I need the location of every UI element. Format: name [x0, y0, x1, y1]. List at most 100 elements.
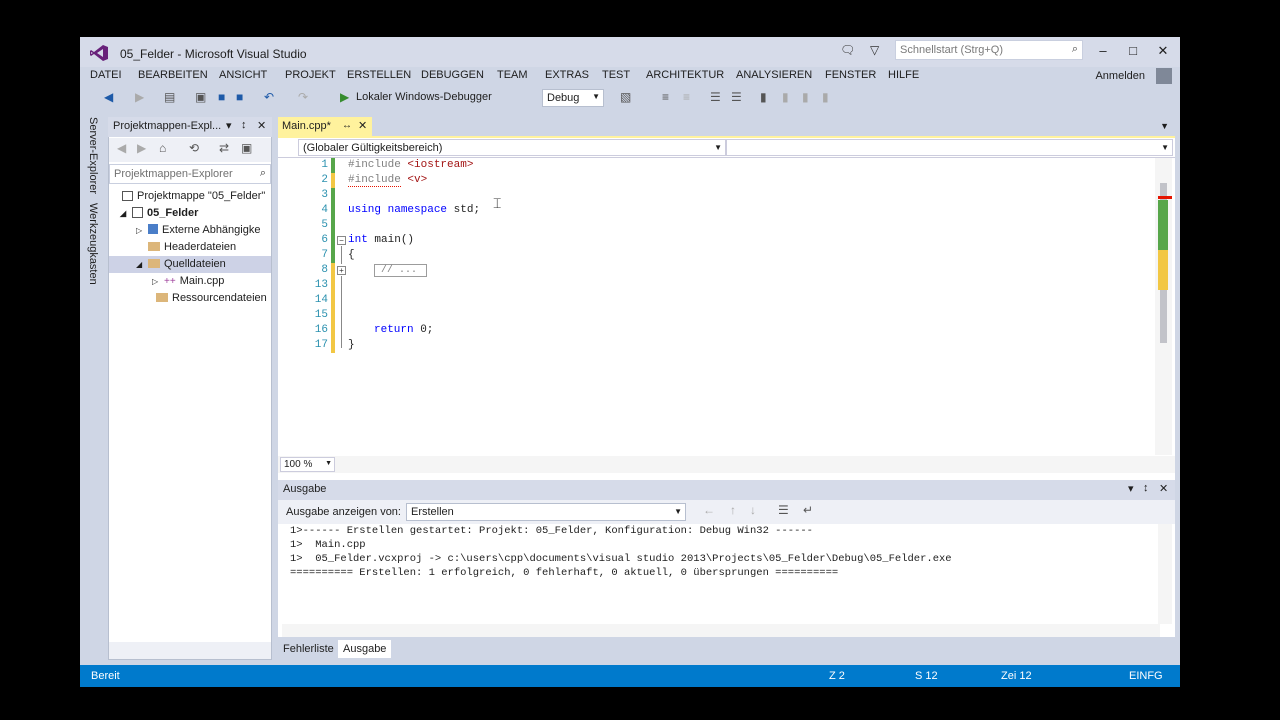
uncomment-icon[interactable]: ≡: [683, 90, 690, 104]
dropdown-icon[interactable]: ▾: [1128, 482, 1134, 495]
pin-icon[interactable]: ↕: [1143, 482, 1149, 494]
back-icon[interactable]: ◀: [117, 141, 126, 155]
keyword-token: using: [348, 204, 382, 216]
outline-expand-icon[interactable]: +: [337, 266, 346, 275]
save-icon[interactable]: ■: [218, 90, 225, 104]
output-vscrollbar[interactable]: [1158, 524, 1172, 624]
output-source-select[interactable]: Erstellen ▼: [406, 503, 686, 521]
tree-item-source-files[interactable]: ◢ Quelldateien: [136, 258, 226, 270]
comment-icon[interactable]: ≡: [662, 90, 669, 104]
prev-message-icon[interactable]: ↑: [730, 503, 736, 517]
solution-explorer-header: Projektmappen-Expl... ▾ ↕ ✕: [108, 117, 272, 137]
menu-projekt[interactable]: PROJEKT: [285, 69, 336, 81]
tree-item-label: Externe Abhängigke: [162, 224, 261, 236]
home-icon[interactable]: ⌂: [159, 141, 166, 155]
open-folder-icon[interactable]: ▣: [195, 90, 206, 104]
undo-icon[interactable]: ↶: [264, 90, 274, 104]
tab-overflow-icon[interactable]: ▼: [1160, 121, 1169, 131]
outline-collapse-icon[interactable]: −: [337, 236, 346, 245]
word-wrap-icon[interactable]: ↵: [803, 503, 813, 517]
menu-datei[interactable]: DATEI: [90, 69, 122, 81]
server-explorer-tab[interactable]: Server-Explorer: [87, 117, 99, 194]
close-button[interactable]: ✕: [1153, 43, 1173, 59]
menu-team[interactable]: TEAM: [497, 69, 528, 81]
menu-bearbeiten[interactable]: BEARBEITEN: [138, 69, 208, 81]
cpp-file-icon: ++: [164, 276, 176, 287]
chevron-down-icon: ▼: [592, 92, 600, 101]
avatar[interactable]: [1156, 68, 1172, 84]
menu-debuggen[interactable]: DEBUGGEN: [421, 69, 484, 81]
tree-item-resource-files[interactable]: Ressourcendateien: [156, 292, 267, 304]
maximize-button[interactable]: □: [1123, 43, 1143, 58]
editor-tabstrip: Main.cpp* ↔ ✕ ▼: [278, 117, 1175, 137]
new-project-icon[interactable]: ▤: [164, 90, 175, 104]
code-editor[interactable]: 1 2 3 4 5 6 7 8 13 14 15 16 17 − + #incl…: [278, 158, 1175, 488]
tree-item-header-files[interactable]: Headerdateien: [148, 241, 236, 253]
menu-test[interactable]: TEST: [602, 69, 630, 81]
expanded-arrow-icon[interactable]: ◢: [120, 209, 132, 218]
menu-analysieren[interactable]: ANALYSIEREN: [736, 69, 812, 81]
minimize-button[interactable]: –: [1093, 43, 1113, 58]
folder-icon: [148, 259, 160, 268]
menu-extras[interactable]: EXTRAS: [545, 69, 589, 81]
indent-icon[interactable]: ☰: [710, 90, 721, 104]
clear-all-icon[interactable]: ☰: [778, 503, 789, 517]
close-icon[interactable]: ✕: [1159, 482, 1168, 495]
next-bookmark-icon[interactable]: ▮: [802, 90, 809, 104]
menu-architektur[interactable]: ARCHITEKTUR: [646, 69, 724, 81]
tab-output[interactable]: Ausgabe: [338, 640, 392, 658]
close-icon[interactable]: ✕: [358, 119, 367, 132]
expanded-arrow-icon[interactable]: ◢: [136, 260, 148, 269]
tree-item-main-cpp[interactable]: ▷ ++ Main.cpp: [152, 275, 224, 287]
menu-hilfe[interactable]: HILFE: [888, 69, 919, 81]
tab-main-cpp[interactable]: Main.cpp* ↔ ✕: [278, 117, 372, 137]
output-text[interactable]: 1>------ Erstellen gestartet: Projekt: 0…: [278, 524, 1175, 637]
bookmark-icon[interactable]: ▮: [760, 90, 767, 104]
tree-item-project[interactable]: ◢ 05_Felder: [120, 207, 198, 219]
menu-erstellen[interactable]: ERSTELLEN: [347, 69, 411, 81]
collapsed-arrow-icon[interactable]: ▷: [136, 226, 148, 235]
scope-dropdown[interactable]: (Globaler Gültigkeitsbereich) ▼: [298, 139, 726, 156]
forward-icon[interactable]: ▶: [137, 141, 146, 155]
pin-icon[interactable]: ↕: [241, 119, 247, 131]
clear-bookmark-icon[interactable]: ▮: [822, 90, 829, 104]
redo-icon[interactable]: ↷: [298, 90, 308, 104]
tree-item-solution[interactable]: Projektmappe "05_Felder": [122, 190, 265, 202]
collapsed-region[interactable]: // ...: [374, 264, 427, 277]
solution-search-input[interactable]: Projektmappen-Explorer ⌕: [109, 164, 271, 184]
history-icon[interactable]: ⟲: [189, 141, 199, 155]
solution-explorer-title: Projektmappen-Expl...: [113, 120, 222, 132]
quick-launch-input[interactable]: Schnellstart (Strg+Q) ⌕: [895, 40, 1083, 60]
menu-fenster[interactable]: FENSTER: [825, 69, 876, 81]
dropdown-icon[interactable]: ▾: [226, 119, 232, 132]
menu-ansicht[interactable]: ANSICHT: [219, 69, 267, 81]
debugger-label[interactable]: Lokaler Windows-Debugger: [356, 91, 492, 103]
configuration-select[interactable]: Debug ▼: [542, 89, 604, 107]
save-all-icon[interactable]: ■: [236, 90, 243, 104]
solution-hscrollbar[interactable]: [109, 642, 271, 659]
pin-icon[interactable]: ↔: [342, 120, 352, 131]
output-hscrollbar[interactable]: [282, 624, 1160, 637]
toolbox-tab[interactable]: Werkzeugkasten: [87, 203, 99, 285]
close-icon[interactable]: ✕: [257, 119, 266, 132]
forward-icon[interactable]: ▶: [135, 90, 144, 104]
back-icon[interactable]: ◀: [104, 90, 113, 104]
tree-item-external-deps[interactable]: ▷ Externe Abhängigke: [136, 224, 260, 236]
sign-in-link[interactable]: Anmelden: [1095, 70, 1145, 82]
sync-icon[interactable]: ⇄: [219, 141, 229, 155]
find-icon[interactable]: ▧: [620, 90, 631, 104]
collapsed-arrow-icon[interactable]: ▷: [152, 277, 164, 286]
goto-error-icon[interactable]: ←: [703, 503, 715, 517]
filter-icon[interactable]: ▽: [870, 43, 879, 57]
include-token: <iostream>: [400, 159, 474, 171]
feedback-icon[interactable]: 🗨: [840, 43, 855, 57]
next-message-icon[interactable]: ↓: [750, 503, 756, 517]
collapse-all-icon[interactable]: ▣: [241, 141, 252, 155]
prev-bookmark-icon[interactable]: ▮: [782, 90, 789, 104]
outdent-icon[interactable]: ☰: [731, 90, 742, 104]
member-dropdown[interactable]: ▼: [726, 139, 1173, 156]
start-debug-icon[interactable]: ▶: [340, 90, 349, 104]
tab-error-list[interactable]: Fehlerliste: [278, 640, 339, 658]
zoom-select[interactable]: 100 % ▼: [280, 457, 335, 472]
editor-vscrollbar[interactable]: [1155, 158, 1172, 455]
